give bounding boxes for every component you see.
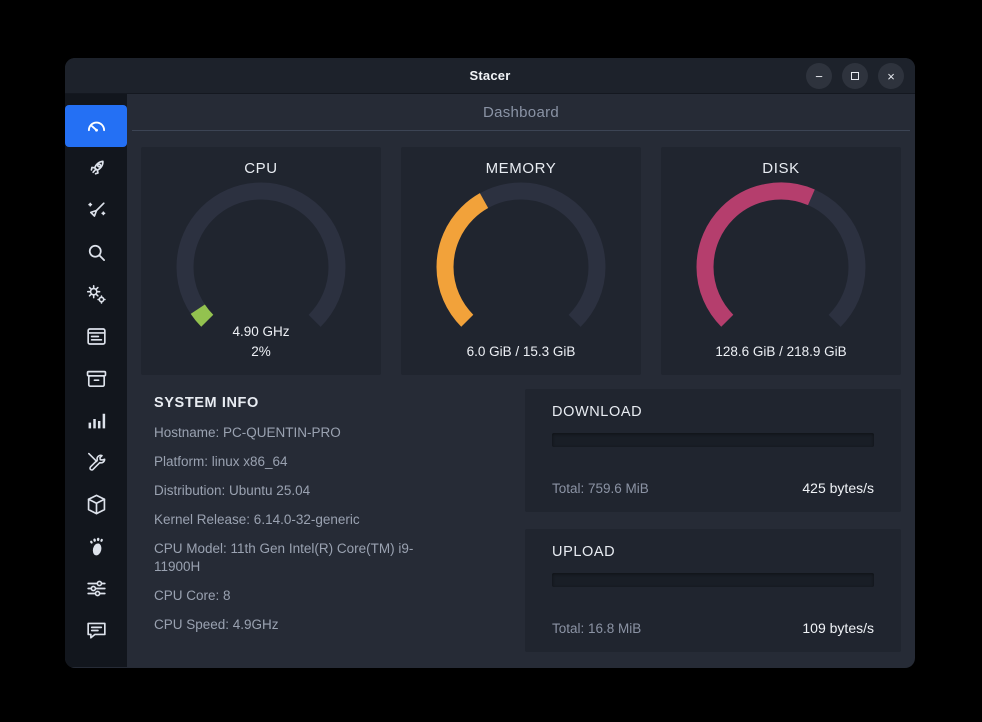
cpu-gauge-text: 4.90 GHz 2%	[141, 322, 381, 362]
memory-card: MEMORY 6.0 GiB / 15.3 GiB	[401, 147, 641, 375]
disk-card-title: DISK	[762, 160, 800, 177]
stacer-window: Stacer − × Dashboard CPU 4.90 GHz 2% MEM…	[65, 58, 915, 668]
rocket-icon	[90, 160, 104, 175]
memory-gauge	[436, 182, 606, 333]
sidebar-item-processes[interactable]	[65, 315, 127, 357]
system-info-panel: SYSTEM INFO Hostname: PC-QUENTIN-PRO Pla…	[141, 389, 525, 652]
download-title: DOWNLOAD	[552, 404, 643, 420]
sidebar-item-feedback[interactable]	[65, 609, 127, 651]
info-cpu-core: CPU Core: 8	[154, 588, 231, 603]
cpu-usage-percent: 2%	[251, 344, 271, 359]
disk-card: DISK 128.6 GiB / 218.9 GiB	[661, 147, 901, 375]
feedback-bubble-icon	[86, 622, 106, 639]
cpu-card-title: CPU	[244, 160, 278, 177]
titlebar: Stacer − ×	[65, 58, 915, 94]
search-icon	[88, 244, 105, 261]
upload-progress-bar	[552, 573, 874, 587]
sidebar-item-uninstaller[interactable]	[65, 357, 127, 399]
info-hostname: Hostname: PC-QUENTIN-PRO	[154, 425, 341, 440]
sidebar-item-services[interactable]	[65, 273, 127, 315]
memory-gauge-text: 6.0 GiB / 15.3 GiB	[401, 342, 641, 362]
gauges-row: CPU 4.90 GHz 2% MEMORY 6.0 GiB / 15.3 Gi…	[141, 147, 901, 375]
network-panel: DOWNLOAD Total: 759.6 MiB 425 bytes/s UP…	[525, 389, 901, 652]
cleaner-brush-icon	[87, 201, 105, 217]
sidebar-item-resources[interactable]	[65, 399, 127, 441]
close-button[interactable]: ×	[878, 63, 904, 89]
minimize-icon: −	[815, 68, 823, 84]
sidebar-item-apt-repository[interactable]	[65, 483, 127, 525]
window-title: Stacer	[469, 68, 511, 83]
download-total: Total: 759.6 MiB	[552, 481, 649, 496]
memory-card-title: MEMORY	[485, 160, 557, 177]
upload-title: UPLOAD	[552, 544, 616, 560]
download-card: DOWNLOAD Total: 759.6 MiB 425 bytes/s	[525, 389, 901, 512]
memory-usage-value: 6.0 GiB / 15.3 GiB	[466, 344, 576, 359]
gears-icon	[86, 284, 106, 304]
close-icon: ×	[887, 68, 895, 84]
info-kernel-release: Kernel Release: 6.14.0-32-generic	[154, 512, 360, 527]
page-header: Dashboard	[132, 94, 910, 131]
processes-window-icon	[86, 327, 106, 345]
info-cpu-speed: CPU Speed: 4.9GHz	[154, 617, 279, 632]
page-title: Dashboard	[482, 103, 560, 121]
info-platform: Platform: linux x86_64	[154, 454, 288, 469]
system-info-heading: SYSTEM INFO	[154, 395, 259, 411]
disk-gauge	[696, 182, 866, 333]
info-distribution: Distribution: Ubuntu 25.04	[154, 483, 311, 498]
upload-rate: 109 bytes/s	[802, 620, 874, 636]
upload-card: UPLOAD Total: 16.8 MiB 109 bytes/s	[525, 529, 901, 652]
disk-gauge-text: 128.6 GiB / 218.9 GiB	[661, 342, 901, 362]
cpu-frequency: 4.90 GHz	[232, 324, 290, 339]
disk-usage-value: 128.6 GiB / 218.9 GiB	[715, 344, 847, 359]
sidebar-item-settings[interactable]	[65, 567, 127, 609]
dashboard-gauge-icon	[87, 121, 105, 132]
cpu-gauge	[176, 182, 346, 333]
sidebar-item-helpers[interactable]	[65, 441, 127, 483]
minimize-button[interactable]: −	[806, 63, 832, 89]
uninstaller-box-icon	[86, 370, 106, 387]
sliders-icon	[86, 580, 106, 596]
sidebar-item-search[interactable]	[65, 231, 127, 273]
bar-chart-icon	[88, 413, 105, 428]
sidebar-item-startup-apps[interactable]	[65, 147, 127, 189]
sidebar-item-dashboard[interactable]	[65, 105, 127, 147]
tools-icon	[87, 452, 105, 471]
download-progress-bar	[552, 433, 874, 447]
window-controls: − ×	[806, 63, 904, 89]
download-rate: 425 bytes/s	[802, 480, 874, 496]
gnome-foot-icon	[89, 537, 103, 555]
sidebar	[65, 94, 127, 667]
sidebar-item-system-cleaner[interactable]	[65, 189, 127, 231]
cpu-card: CPU 4.90 GHz 2%	[141, 147, 381, 375]
upload-total: Total: 16.8 MiB	[552, 621, 642, 636]
package-cube-icon	[87, 494, 105, 514]
main-area: Dashboard CPU 4.90 GHz 2% MEMORY 6.0 GiB…	[127, 94, 915, 667]
sidebar-item-gnome-settings[interactable]	[65, 525, 127, 567]
maximize-button[interactable]	[842, 63, 868, 89]
info-cpu-model: CPU Model: 11th Gen Intel(R) Core(TM) i9…	[154, 541, 414, 574]
maximize-icon	[851, 72, 859, 80]
